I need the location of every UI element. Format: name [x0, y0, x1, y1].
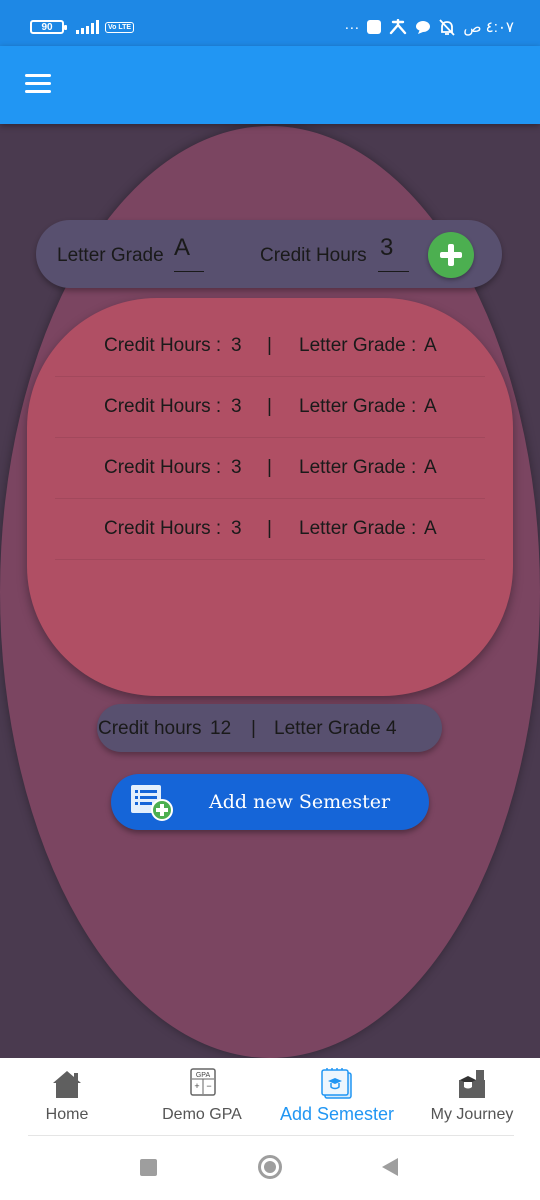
add-new-semester-button[interactable]: Add new Semester	[111, 774, 429, 830]
recent-apps-icon[interactable]	[140, 1159, 157, 1176]
course-list: Credit Hours : 3 | Letter Grade : A Cred…	[27, 298, 513, 696]
total-credit-hours-value: 12	[210, 718, 232, 739]
letter-grade-value: A	[174, 234, 191, 261]
notebook-icon	[321, 1068, 352, 1099]
bell-off-icon	[439, 18, 456, 36]
credit-hours-label: Credit Hours :	[104, 335, 222, 356]
separator: |	[267, 396, 272, 417]
signal-icon	[76, 20, 99, 34]
connection-icon	[390, 19, 407, 35]
svg-text:−: −	[206, 1081, 211, 1091]
credit-hours-value: 3	[231, 457, 242, 478]
letter-grade-value: A	[424, 457, 437, 478]
main-content: Letter Grade A Credit Hours 3 Credit Hou…	[0, 124, 540, 1058]
nav-add-semester-label: Add Semester	[279, 1104, 395, 1124]
letter-grade-input[interactable]: A	[174, 234, 204, 272]
course-row[interactable]: Credit Hours : 3 | Letter Grade : A	[55, 438, 485, 499]
bottom-navigation: Home GPA + − Demo GPA Add Semester My Jo…	[0, 1058, 540, 1136]
letter-grade-label: Letter Grade :	[299, 396, 417, 417]
graduation-icon	[459, 1070, 485, 1098]
nav-home[interactable]: Home	[10, 1058, 124, 1136]
back-icon[interactable]	[382, 1158, 398, 1176]
status-left: 90 Vo LTE	[30, 20, 135, 34]
letter-grade-label: Letter Grade	[57, 245, 164, 266]
calculator-icon-text: GPA	[196, 1072, 211, 1079]
letter-grade-label: Letter Grade :	[299, 335, 417, 356]
add-list-icon	[131, 785, 173, 821]
separator: |	[267, 518, 272, 539]
svg-text:+: +	[194, 1081, 199, 1091]
battery-level: 90	[41, 21, 53, 33]
nav-my-journey[interactable]: My Journey	[416, 1058, 528, 1136]
course-row[interactable]: Credit Hours : 3 | Letter Grade : A	[55, 499, 485, 560]
letter-grade-value: A	[424, 335, 437, 356]
letter-grade-label: Letter Grade :	[299, 457, 417, 478]
credit-hours-value: 3	[380, 234, 394, 261]
separator: |	[267, 335, 272, 356]
course-input-bar: Letter Grade A Credit Hours 3	[36, 220, 502, 288]
nav-add-semester[interactable]: Add Semester	[270, 1058, 404, 1136]
clock-time: ٤:٠٧ ص	[463, 19, 514, 36]
app-notification-icon	[367, 20, 382, 34]
gpa-value: 4	[386, 718, 397, 739]
credit-hours-label: Credit Hours :	[104, 396, 222, 417]
add-course-button[interactable]	[428, 232, 474, 278]
letter-grade-value: A	[424, 396, 437, 417]
system-navigation-bar	[0, 1136, 540, 1200]
status-bar: 90 Vo LTE ··· ٤:٠٧ ص	[0, 0, 540, 46]
status-right: ··· ٤:٠٧ ص	[344, 18, 514, 37]
app-bar	[0, 46, 540, 124]
hamburger-menu-icon[interactable]	[25, 74, 51, 94]
calculator-icon: GPA + −	[190, 1068, 216, 1096]
more-dots: ···	[344, 18, 360, 36]
battery-icon: 90	[30, 20, 67, 34]
home-button-icon[interactable]	[258, 1155, 282, 1179]
volte-icon: Vo LTE	[105, 21, 135, 33]
credit-hours-label: Credit Hours :	[104, 457, 222, 478]
add-new-semester-label: Add new Semester	[209, 791, 391, 813]
semester-summary: Credit hours 12 | Letter Grade 4	[97, 704, 442, 752]
course-row[interactable]: Credit Hours : 3 | Letter Grade : A	[55, 377, 485, 438]
nav-home-label: Home	[45, 1106, 89, 1123]
separator: |	[251, 718, 256, 739]
home-icon	[53, 1071, 81, 1098]
credit-hours-value: 3	[231, 396, 242, 417]
nav-my-journey-label: My Journey	[430, 1106, 514, 1123]
separator: |	[267, 457, 272, 478]
nav-demo-gpa-label: Demo GPA	[162, 1106, 242, 1123]
gpa-label: Letter Grade	[274, 718, 381, 739]
credit-hours-label: Credit Hours :	[104, 518, 222, 539]
letter-grade-label: Letter Grade :	[299, 518, 417, 539]
total-credit-hours-label: Credit hours	[98, 718, 202, 739]
letter-grade-value: A	[424, 518, 437, 539]
credit-hours-input[interactable]: 3	[378, 234, 409, 272]
course-row[interactable]: Credit Hours : 3 | Letter Grade : A	[55, 316, 485, 377]
chat-bubble-icon	[416, 21, 431, 34]
credit-hours-value: 3	[231, 335, 242, 356]
nav-demo-gpa[interactable]: GPA + − Demo GPA	[146, 1058, 258, 1136]
credit-hours-value: 3	[231, 518, 242, 539]
credit-hours-label: Credit Hours	[260, 245, 367, 266]
